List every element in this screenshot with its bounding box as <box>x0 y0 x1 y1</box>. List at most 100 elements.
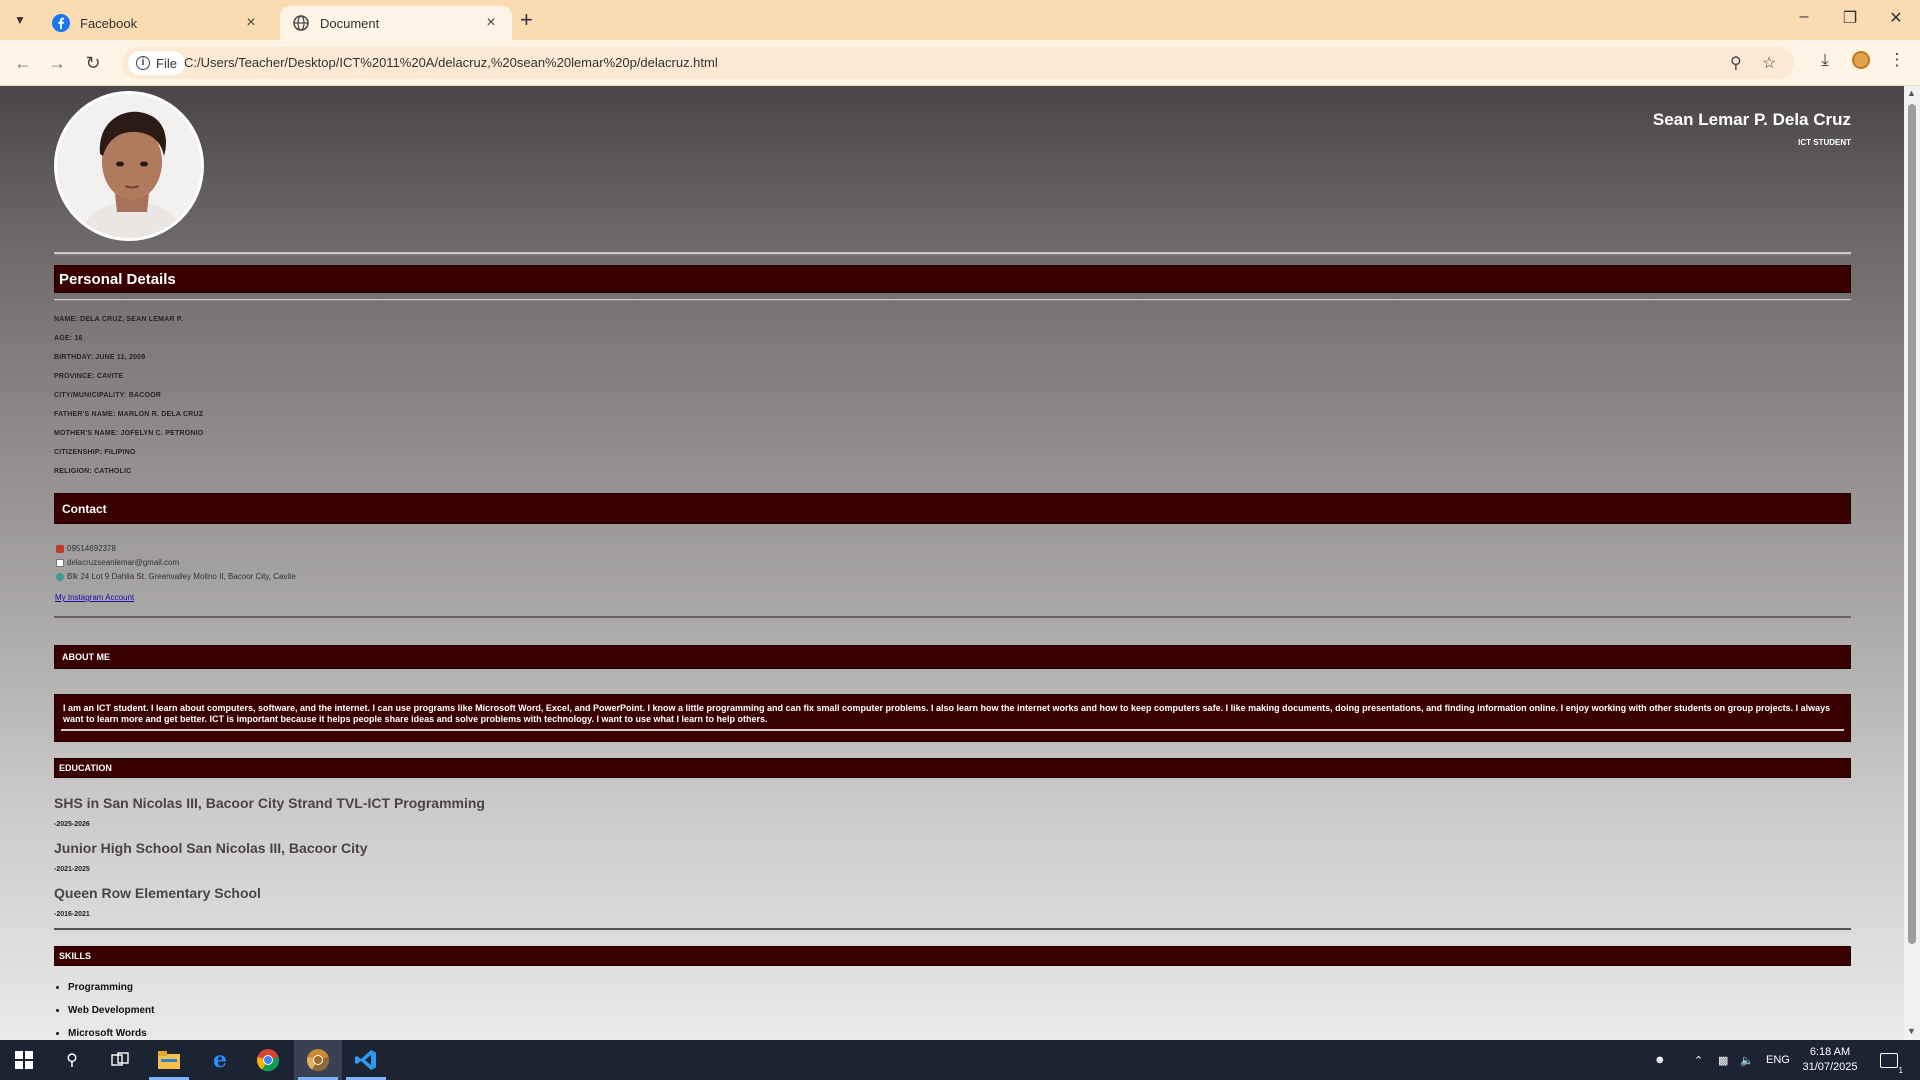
clock-time: 6:18 AM <box>1809 1046 1851 1058</box>
address-bar[interactable]: i File C:/Users/Teacher/Desktop/ICT%2011… <box>122 47 1794 79</box>
profile-photo <box>54 91 204 241</box>
divider <box>54 299 1851 301</box>
detail-father: FATHER'S NAME: MARLON R. DELA CRUZ <box>54 411 204 418</box>
personal-details-header: Personal Details <box>54 265 1851 293</box>
browser-toolbar: ← → ↻ i File C:/Users/Teacher/Desktop/IC… <box>0 40 1920 86</box>
close-window-icon[interactable]: ✕ <box>1886 8 1906 28</box>
tab-search-chevron-icon[interactable]: ▼ <box>8 8 32 32</box>
divider <box>54 252 1851 255</box>
chrome-active-icon[interactable] <box>304 1046 332 1074</box>
phone-text: 09514692378 <box>67 544 116 553</box>
windows-taskbar: ⚲ e ☻ ⌃ ▩ 🔈 ENG 6:18 AM 31/07/2025 1 <box>0 1040 1920 1080</box>
tab-title: Document <box>320 15 380 31</box>
scroll-down-icon[interactable]: ▼ <box>1907 1026 1916 1036</box>
education-header: EDUCATION <box>54 758 1851 778</box>
education-years: -2016-2021 <box>54 911 90 918</box>
task-view-icon[interactable] <box>106 1046 134 1074</box>
location-icon <box>56 572 64 581</box>
mail-icon <box>56 558 64 567</box>
about-text-box: I am an ICT student. I learn about compu… <box>54 694 1851 742</box>
education-years: -2025-2026 <box>54 821 90 828</box>
skills-list: Programming Web Development Microsoft Wo… <box>68 982 155 1040</box>
divider <box>54 928 1851 930</box>
scroll-thumb[interactable] <box>1908 104 1916 944</box>
about-header: ABOUT ME <box>54 645 1851 669</box>
detail-age: AGE: 16 <box>54 335 83 342</box>
divider <box>54 616 1851 618</box>
detail-birthday: BIRTHDAY: JUNE 11, 2009 <box>54 354 146 361</box>
vscode-icon[interactable] <box>352 1046 380 1074</box>
skill-item: Microsoft Words <box>68 1028 155 1040</box>
detail-city: CITY/MUNICIPALITY: BACOOR <box>54 392 162 399</box>
zoom-icon[interactable]: ⚲ <box>1730 53 1742 73</box>
detail-citizenship: CITIZENSHIP: FILIPINO <box>54 449 136 456</box>
taskbar-clock[interactable]: 6:18 AM 31/07/2025 <box>1790 1045 1870 1075</box>
contact-email: delacruzseanlemar@gmail.com <box>56 558 179 567</box>
globe-icon <box>293 15 309 31</box>
facebook-icon <box>52 14 70 32</box>
phone-icon <box>56 544 64 553</box>
file-explorer-icon[interactable] <box>155 1046 183 1074</box>
education-school: Queen Row Elementary School <box>54 885 261 901</box>
page-viewport: Sean Lemar P. Dela Cruz ICT STUDENT Pers… <box>0 86 1904 1040</box>
email-text: delacruzseanlemar@gmail.com <box>67 558 180 567</box>
instagram-link[interactable]: My Instagram Account <box>55 593 134 602</box>
tab-close-icon[interactable]: × <box>242 14 260 32</box>
section-title: SKILLS <box>59 951 92 961</box>
detail-mother: MOTHER'S NAME: JOFELYN C. PETRONIO <box>54 430 204 437</box>
language-indicator[interactable]: ENG <box>1766 1040 1790 1080</box>
browser-tab-bar: ▼ Facebook × Document × + – ❐ ✕ <box>0 0 1920 40</box>
tab-close-icon[interactable]: × <box>482 14 500 32</box>
info-icon: i <box>136 56 150 70</box>
windows-start-icon[interactable] <box>10 1046 38 1074</box>
header-name: Sean Lemar P. Dela Cruz <box>1652 110 1851 129</box>
tab-title: Facebook <box>80 15 138 31</box>
menu-kebab-icon[interactable]: ⋮ <box>1884 50 1910 70</box>
search-icon[interactable]: ⚲ <box>58 1046 86 1074</box>
network-icon[interactable]: ▩ <box>1718 1040 1728 1080</box>
address-text: Blk 24 Lot 9 Dahlia St. Greenvalley Moli… <box>67 572 296 581</box>
bookmark-star-icon[interactable]: ☆ <box>1762 53 1776 73</box>
skills-header: SKILLS <box>54 946 1851 966</box>
contact-address: Blk 24 Lot 9 Dahlia St. Greenvalley Moli… <box>56 572 296 581</box>
clock-date: 31/07/2025 <box>1802 1061 1858 1073</box>
back-icon[interactable]: ← <box>10 50 36 76</box>
contact-header: Contact <box>54 493 1851 524</box>
volume-muted-icon[interactable]: 🔈 <box>1740 1040 1754 1080</box>
education-years: -2021-2025 <box>54 866 90 873</box>
tab-document[interactable]: Document × <box>280 6 512 40</box>
tab-facebook[interactable]: Facebook × <box>40 6 272 40</box>
detail-province: PROVINCE: CAVITE <box>54 373 124 380</box>
minimize-icon[interactable]: – <box>1794 8 1814 26</box>
people-icon[interactable]: ☻ <box>1654 1040 1666 1080</box>
scroll-up-icon[interactable]: ▲ <box>1907 88 1916 98</box>
detail-name: NAME: DELA CRUZ, SEAN LEMAR P. <box>54 316 183 323</box>
section-title: ABOUT ME <box>62 652 110 662</box>
site-info-label: File <box>156 55 177 71</box>
education-school: Junior High School San Nicolas III, Baco… <box>54 840 368 856</box>
page-scrollbar[interactable]: ▲ ▼ <box>1904 86 1920 1040</box>
section-title: EDUCATION <box>59 763 112 773</box>
new-tab-button[interactable]: + <box>520 8 533 32</box>
address-url[interactable]: C:/Users/Teacher/Desktop/ICT%2011%20A/de… <box>184 55 718 70</box>
forward-icon[interactable]: → <box>44 50 70 76</box>
show-hidden-icons-chevron[interactable]: ⌃ <box>1694 1040 1703 1080</box>
site-info-chip[interactable]: i File <box>128 51 185 75</box>
section-title: Contact <box>62 501 107 516</box>
edge-icon[interactable]: e <box>206 1046 234 1074</box>
profile-avatar[interactable] <box>1848 51 1874 74</box>
notification-center-icon[interactable]: 1 <box>1880 1040 1903 1080</box>
education-school: SHS in San Nicolas III, Bacoor City Stra… <box>54 795 485 811</box>
about-text: I am an ICT student. I learn about compu… <box>63 703 1831 724</box>
download-icon[interactable]: ⤓ <box>1812 50 1838 70</box>
detail-religion: RELIGION: CATHOLIC <box>54 468 132 475</box>
skill-item: Web Development <box>68 1005 155 1028</box>
restore-icon[interactable]: ❐ <box>1840 8 1860 28</box>
divider <box>61 729 1844 731</box>
header-role: ICT STUDENT <box>1798 138 1851 147</box>
section-title: Personal Details <box>59 270 176 288</box>
chrome-icon[interactable] <box>254 1046 282 1074</box>
reload-icon[interactable]: ↻ <box>80 50 106 76</box>
contact-phone: 09514692378 <box>56 544 116 553</box>
notification-count: 1 <box>1898 1065 1903 1075</box>
